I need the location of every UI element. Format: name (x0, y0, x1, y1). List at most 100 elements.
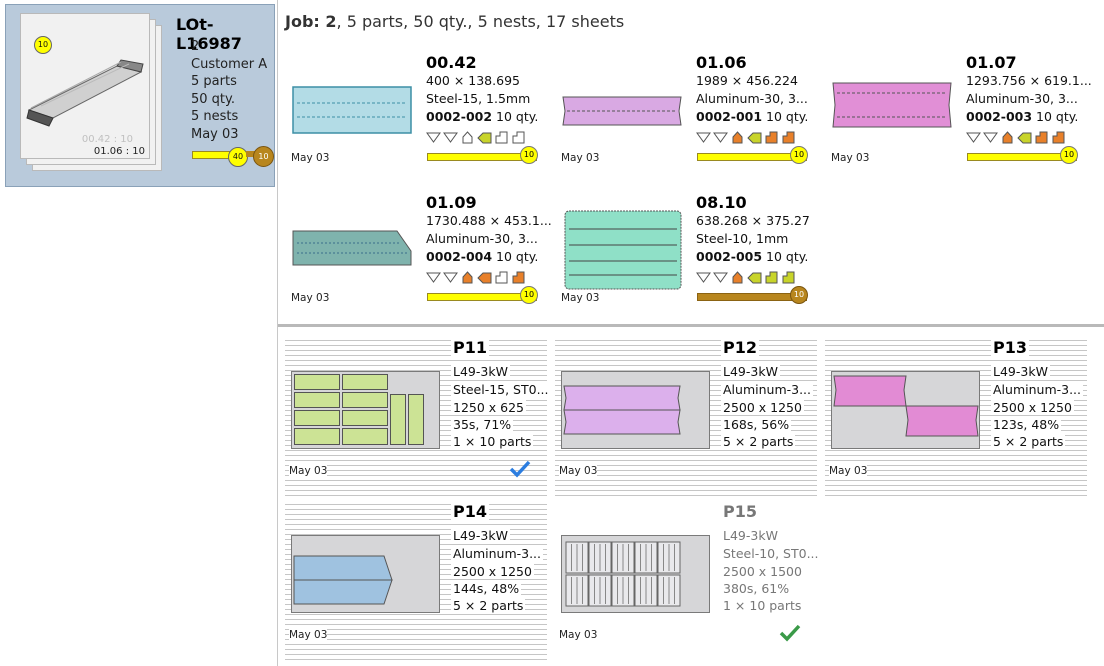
nest-card[interactable]: P13 L49-3kW Aluminum-3... 2500 x 1250 12… (825, 336, 1087, 496)
bend-box-icon (495, 271, 508, 284)
nest-parts: 1 × 10 parts (451, 434, 534, 449)
lot-line: 5 parts (191, 74, 237, 89)
operation-icons (696, 131, 796, 145)
lot-line: 5 nests (191, 109, 239, 124)
nest-parts: 1 × 10 parts (721, 598, 804, 613)
section-divider (278, 324, 1104, 327)
part-order: 0002-003 10 qty. (966, 109, 1078, 124)
job-header: Job: 2, 5 parts, 50 qty., 5 nests, 17 sh… (285, 12, 624, 31)
bend-side-icon (747, 272, 762, 284)
part-id: 01.07 (966, 53, 1017, 72)
part-code: 0002-003 (966, 109, 1033, 124)
part-id: 01.09 (426, 193, 477, 212)
part-qty: 10 qty. (1032, 109, 1079, 124)
nest-sheet-preview (561, 535, 710, 613)
nest-id: P11 (451, 338, 489, 357)
nest-material: Steel-10, ST0... (721, 546, 821, 561)
nest-date: May 03 (559, 465, 598, 477)
lot-card[interactable]: 00.42 : 10 01.06 : 10 10 LOt-L16987 2 Cu… (5, 4, 275, 187)
nest-time: 144s, 48% (451, 581, 522, 596)
bend-down-icon (443, 132, 458, 143)
lot-progress-badge: 40 (228, 147, 248, 167)
nest-sheet-size: 2500 x 1500 (721, 564, 804, 579)
nest-card[interactable]: P14 L49-3kW Aluminum-3... 2500 x 1250 14… (285, 500, 547, 660)
part-dims: 638.268 × 375.27 (696, 213, 810, 228)
part-qty-badge: 10 (790, 286, 808, 304)
nest-time: 123s, 48% (991, 417, 1062, 432)
nest-time: 380s, 61% (721, 581, 792, 596)
bend-up-icon (462, 271, 473, 284)
bend-box-icon (782, 131, 795, 144)
nest-sheet-preview (831, 371, 980, 449)
bend-side-icon (747, 132, 762, 144)
nest-machine: L49-3kW (721, 364, 780, 379)
part-date: May 03 (831, 152, 870, 164)
part-card[interactable]: 01.07 1293.756 × 619.1... Aluminum-30, 3… (825, 53, 1095, 183)
nest-id: P14 (451, 502, 489, 521)
nest-sheet-preview (291, 371, 440, 449)
bend-down-icon (696, 272, 711, 283)
bend-down-icon (696, 132, 711, 143)
nest-card[interactable]: P12 L49-3kW Aluminum-3... 2500 x 1250 16… (555, 336, 817, 496)
part-card[interactable]: 01.06 1989 × 456.224 Aluminum-30, 3... 0… (555, 53, 825, 183)
part-qty-badge: 10 (790, 146, 808, 164)
stack-inner-label: 01.06 : 10 (93, 146, 145, 157)
bend-box-icon (512, 271, 525, 284)
bend-side-icon (1017, 132, 1032, 144)
bend-box-icon (782, 271, 795, 284)
operation-icons (426, 271, 526, 285)
part-qty: 10 qty. (762, 109, 809, 124)
nest-material: Aluminum-3... (721, 382, 814, 397)
job-label: Job: (285, 12, 326, 31)
checkmark-icon (779, 624, 801, 642)
nest-card[interactable]: P11 L49-3kW Steel-15, ST0... 1250 x 625 … (285, 336, 551, 496)
part-code: 0002-005 (696, 249, 763, 264)
bend-down-icon (426, 132, 441, 143)
part-card[interactable]: 08.10 638.268 × 375.27 Steel-10, 1mm 000… (555, 193, 825, 323)
bend-box-icon (495, 131, 508, 144)
part-material: Steel-15, 1.5mm (426, 91, 531, 106)
nest-machine: L49-3kW (451, 364, 510, 379)
ghost-label: 00.42 : 10 (81, 134, 133, 145)
bend-up-icon (1002, 131, 1013, 144)
bend-box-icon (1052, 131, 1065, 144)
bend-box-icon (1035, 131, 1048, 144)
part-material: Aluminum-30, 3... (696, 91, 808, 106)
nest-date: May 03 (559, 629, 598, 641)
part-qty: 10 qty. (492, 249, 539, 264)
bend-down-icon (426, 272, 441, 283)
nest-sheet-size: 1250 x 625 (451, 400, 527, 415)
lot-line: May 03 (191, 126, 239, 142)
part-id: 00.42 (426, 53, 477, 72)
nest-id: P12 (721, 338, 759, 357)
nest-sheet-preview (561, 371, 710, 449)
part-card[interactable]: 01.09 1730.488 × 453.1... Aluminum-30, 3… (285, 193, 555, 323)
part-material: Steel-10, 1mm (696, 231, 789, 246)
bend-down-icon (443, 272, 458, 283)
part-card[interactable]: 00.42 400 × 138.695 Steel-15, 1.5mm 0002… (285, 53, 555, 183)
nest-date: May 03 (289, 465, 328, 477)
part-dims: 1293.756 × 619.1... (966, 73, 1092, 88)
vertical-divider (277, 0, 278, 666)
part-id: 08.10 (696, 193, 747, 212)
nest-machine: L49-3kW (721, 528, 780, 543)
bend-down-icon (713, 272, 728, 283)
part-code: 0002-004 (426, 249, 493, 264)
part-code: 0002-001 (696, 109, 763, 124)
nest-material: Aluminum-3... (991, 382, 1084, 397)
nest-sheet-size: 2500 x 1250 (451, 564, 534, 579)
nest-id: P15 (721, 502, 759, 521)
nest-date: May 03 (829, 465, 868, 477)
part-date: May 03 (291, 292, 330, 304)
part-date: May 03 (561, 292, 600, 304)
bend-down-icon (966, 132, 981, 143)
lot-count-badge: 10 (253, 146, 274, 167)
part-dims: 1989 × 456.224 (696, 73, 798, 88)
nest-sheet-size: 2500 x 1250 (991, 400, 1074, 415)
nest-time: 168s, 56% (721, 417, 792, 432)
nest-id: P13 (991, 338, 1029, 357)
nest-card[interactable]: P15 L49-3kW Steel-10, ST0... 2500 x 1500… (555, 500, 821, 660)
bend-up-icon (732, 271, 743, 284)
job-number: 2 (325, 12, 337, 31)
sheet-stack-front: 00.42 : 10 01.06 : 10 (20, 13, 150, 159)
